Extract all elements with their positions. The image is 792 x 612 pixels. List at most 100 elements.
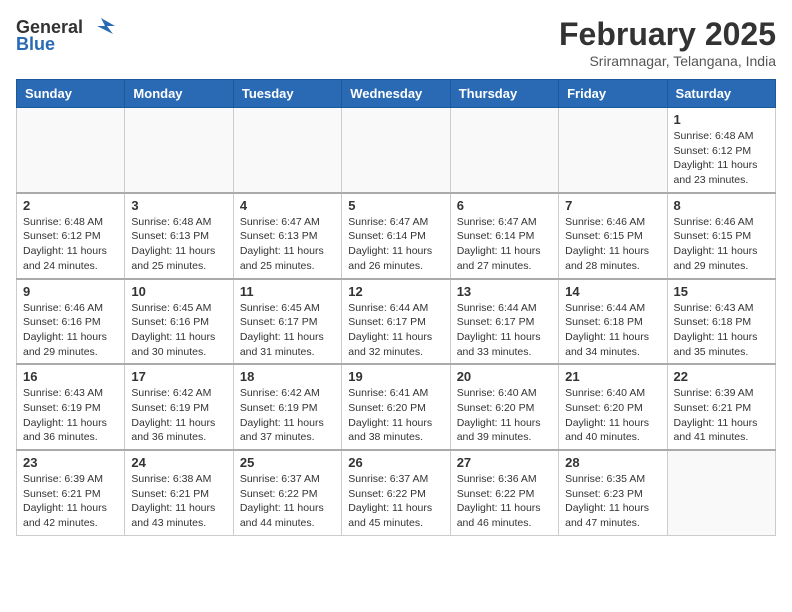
day-info: Sunrise: 6:46 AMSunset: 6:16 PMDaylight:…: [23, 301, 118, 360]
day-info: Sunrise: 6:35 AMSunset: 6:23 PMDaylight:…: [565, 472, 660, 531]
day-info: Sunrise: 6:47 AMSunset: 6:13 PMDaylight:…: [240, 215, 335, 274]
logo: General Blue: [16, 16, 115, 55]
calendar-day-cell: 16 Sunrise: 6:43 AMSunset: 6:19 PMDayligh…: [17, 364, 125, 450]
day-number: 25: [240, 455, 335, 470]
day-number: 18: [240, 369, 335, 384]
calendar-day-cell: 26 Sunrise: 6:37 AMSunset: 6:22 PMDayligh…: [342, 450, 450, 535]
calendar-day-cell: 22 Sunrise: 6:39 AMSunset: 6:21 PMDayligh…: [667, 364, 775, 450]
day-info: Sunrise: 6:45 AMSunset: 6:16 PMDaylight:…: [131, 301, 226, 360]
weekday-header-sunday: Sunday: [17, 80, 125, 108]
day-number: 12: [348, 284, 443, 299]
day-number: 15: [674, 284, 769, 299]
location-text: Sriramnagar, Telangana, India: [559, 53, 776, 69]
day-info: Sunrise: 6:43 AMSunset: 6:19 PMDaylight:…: [23, 386, 118, 445]
calendar-day-cell: [125, 108, 233, 193]
calendar-day-cell: 3 Sunrise: 6:48 AMSunset: 6:13 PMDaylight…: [125, 193, 233, 279]
calendar-day-cell: 14 Sunrise: 6:44 AMSunset: 6:18 PMDayligh…: [559, 279, 667, 365]
day-info: Sunrise: 6:44 AMSunset: 6:18 PMDaylight:…: [565, 301, 660, 360]
page-header: General Blue February 2025 Sriramnagar, …: [16, 16, 776, 69]
calendar-day-cell: 5 Sunrise: 6:47 AMSunset: 6:14 PMDaylight…: [342, 193, 450, 279]
day-number: 9: [23, 284, 118, 299]
day-info: Sunrise: 6:39 AMSunset: 6:21 PMDaylight:…: [674, 386, 769, 445]
calendar-week-row: 1Sunrise: 6:48 AMSunset: 6:12 PMDaylight…: [17, 108, 776, 193]
calendar-day-cell: 25 Sunrise: 6:37 AMSunset: 6:22 PMDayligh…: [233, 450, 341, 535]
day-info: Sunrise: 6:43 AMSunset: 6:18 PMDaylight:…: [674, 301, 769, 360]
day-number: 1: [674, 112, 769, 127]
day-number: 13: [457, 284, 552, 299]
calendar-day-cell: 20 Sunrise: 6:40 AMSunset: 6:20 PMDayligh…: [450, 364, 558, 450]
day-number: 3: [131, 198, 226, 213]
day-number: 24: [131, 455, 226, 470]
calendar-day-cell: 9 Sunrise: 6:46 AMSunset: 6:16 PMDaylight…: [17, 279, 125, 365]
calendar-day-cell: 18 Sunrise: 6:42 AMSunset: 6:19 PMDayligh…: [233, 364, 341, 450]
day-info: Sunrise: 6:42 AMSunset: 6:19 PMDaylight:…: [240, 386, 335, 445]
day-info: Sunrise: 6:44 AMSunset: 6:17 PMDaylight:…: [348, 301, 443, 360]
calendar-day-cell: 10 Sunrise: 6:45 AMSunset: 6:16 PMDayligh…: [125, 279, 233, 365]
day-number: 5: [348, 198, 443, 213]
day-number: 6: [457, 198, 552, 213]
day-number: 26: [348, 455, 443, 470]
calendar-day-cell: 8 Sunrise: 6:46 AMSunset: 6:15 PMDaylight…: [667, 193, 775, 279]
calendar-day-cell: 19 Sunrise: 6:41 AMSunset: 6:20 PMDayligh…: [342, 364, 450, 450]
day-number: 4: [240, 198, 335, 213]
day-number: 21: [565, 369, 660, 384]
weekday-header-saturday: Saturday: [667, 80, 775, 108]
calendar-day-cell: 24 Sunrise: 6:38 AMSunset: 6:21 PMDayligh…: [125, 450, 233, 535]
calendar-week-row: 2Sunrise: 6:48 AMSunset: 6:12 PMDaylight…: [17, 193, 776, 279]
day-number: 28: [565, 455, 660, 470]
day-info: Sunrise: 6:37 AMSunset: 6:22 PMDaylight:…: [240, 472, 335, 531]
day-info: Sunrise: 6:47 AMSunset: 6:14 PMDaylight:…: [348, 215, 443, 274]
calendar-day-cell: 1Sunrise: 6:48 AMSunset: 6:12 PMDaylight…: [667, 108, 775, 193]
weekday-header-friday: Friday: [559, 80, 667, 108]
title-block: February 2025 Sriramnagar, Telangana, In…: [559, 16, 776, 69]
calendar-day-cell: 13 Sunrise: 6:44 AMSunset: 6:17 PMDayligh…: [450, 279, 558, 365]
calendar-day-cell: [450, 108, 558, 193]
calendar-day-cell: [342, 108, 450, 193]
day-number: 8: [674, 198, 769, 213]
calendar-day-cell: 15 Sunrise: 6:43 AMSunset: 6:18 PMDayligh…: [667, 279, 775, 365]
day-number: 16: [23, 369, 118, 384]
calendar-week-row: 16 Sunrise: 6:43 AMSunset: 6:19 PMDayligh…: [17, 364, 776, 450]
day-number: 20: [457, 369, 552, 384]
day-info: Sunrise: 6:48 AMSunset: 6:12 PMDaylight:…: [23, 215, 118, 274]
weekday-header-wednesday: Wednesday: [342, 80, 450, 108]
day-info: Sunrise: 6:46 AMSunset: 6:15 PMDaylight:…: [674, 215, 769, 274]
calendar-day-cell: [17, 108, 125, 193]
calendar-day-cell: 17 Sunrise: 6:42 AMSunset: 6:19 PMDayligh…: [125, 364, 233, 450]
day-info: Sunrise: 6:40 AMSunset: 6:20 PMDaylight:…: [457, 386, 552, 445]
weekday-header-row: SundayMondayTuesdayWednesdayThursdayFrid…: [17, 80, 776, 108]
weekday-header-thursday: Thursday: [450, 80, 558, 108]
day-info: Sunrise: 6:42 AMSunset: 6:19 PMDaylight:…: [131, 386, 226, 445]
logo-blue-text: Blue: [16, 34, 55, 55]
calendar-day-cell: 27Sunrise: 6:36 AMSunset: 6:22 PMDayligh…: [450, 450, 558, 535]
logo-bird-icon: [87, 16, 115, 38]
day-number: 19: [348, 369, 443, 384]
calendar-day-cell: [233, 108, 341, 193]
calendar-day-cell: 7Sunrise: 6:46 AMSunset: 6:15 PMDaylight…: [559, 193, 667, 279]
day-info: Sunrise: 6:38 AMSunset: 6:21 PMDaylight:…: [131, 472, 226, 531]
day-number: 10: [131, 284, 226, 299]
weekday-header-tuesday: Tuesday: [233, 80, 341, 108]
day-number: 11: [240, 284, 335, 299]
day-info: Sunrise: 6:48 AMSunset: 6:13 PMDaylight:…: [131, 215, 226, 274]
day-number: 14: [565, 284, 660, 299]
calendar-day-cell: [559, 108, 667, 193]
month-title: February 2025: [559, 16, 776, 53]
day-info: Sunrise: 6:45 AMSunset: 6:17 PMDaylight:…: [240, 301, 335, 360]
day-info: Sunrise: 6:40 AMSunset: 6:20 PMDaylight:…: [565, 386, 660, 445]
day-info: Sunrise: 6:44 AMSunset: 6:17 PMDaylight:…: [457, 301, 552, 360]
day-info: Sunrise: 6:36 AMSunset: 6:22 PMDaylight:…: [457, 472, 552, 531]
calendar-day-cell: 11 Sunrise: 6:45 AMSunset: 6:17 PMDayligh…: [233, 279, 341, 365]
calendar-day-cell: 21 Sunrise: 6:40 AMSunset: 6:20 PMDayligh…: [559, 364, 667, 450]
day-info: Sunrise: 6:47 AMSunset: 6:14 PMDaylight:…: [457, 215, 552, 274]
day-info: Sunrise: 6:37 AMSunset: 6:22 PMDaylight:…: [348, 472, 443, 531]
calendar-day-cell: 2Sunrise: 6:48 AMSunset: 6:12 PMDaylight…: [17, 193, 125, 279]
day-number: 23: [23, 455, 118, 470]
calendar-day-cell: 28 Sunrise: 6:35 AMSunset: 6:23 PMDayligh…: [559, 450, 667, 535]
calendar-day-cell: [667, 450, 775, 535]
day-number: 7: [565, 198, 660, 213]
calendar-day-cell: 6 Sunrise: 6:47 AMSunset: 6:14 PMDaylight…: [450, 193, 558, 279]
day-info: Sunrise: 6:41 AMSunset: 6:20 PMDaylight:…: [348, 386, 443, 445]
day-number: 22: [674, 369, 769, 384]
day-number: 17: [131, 369, 226, 384]
